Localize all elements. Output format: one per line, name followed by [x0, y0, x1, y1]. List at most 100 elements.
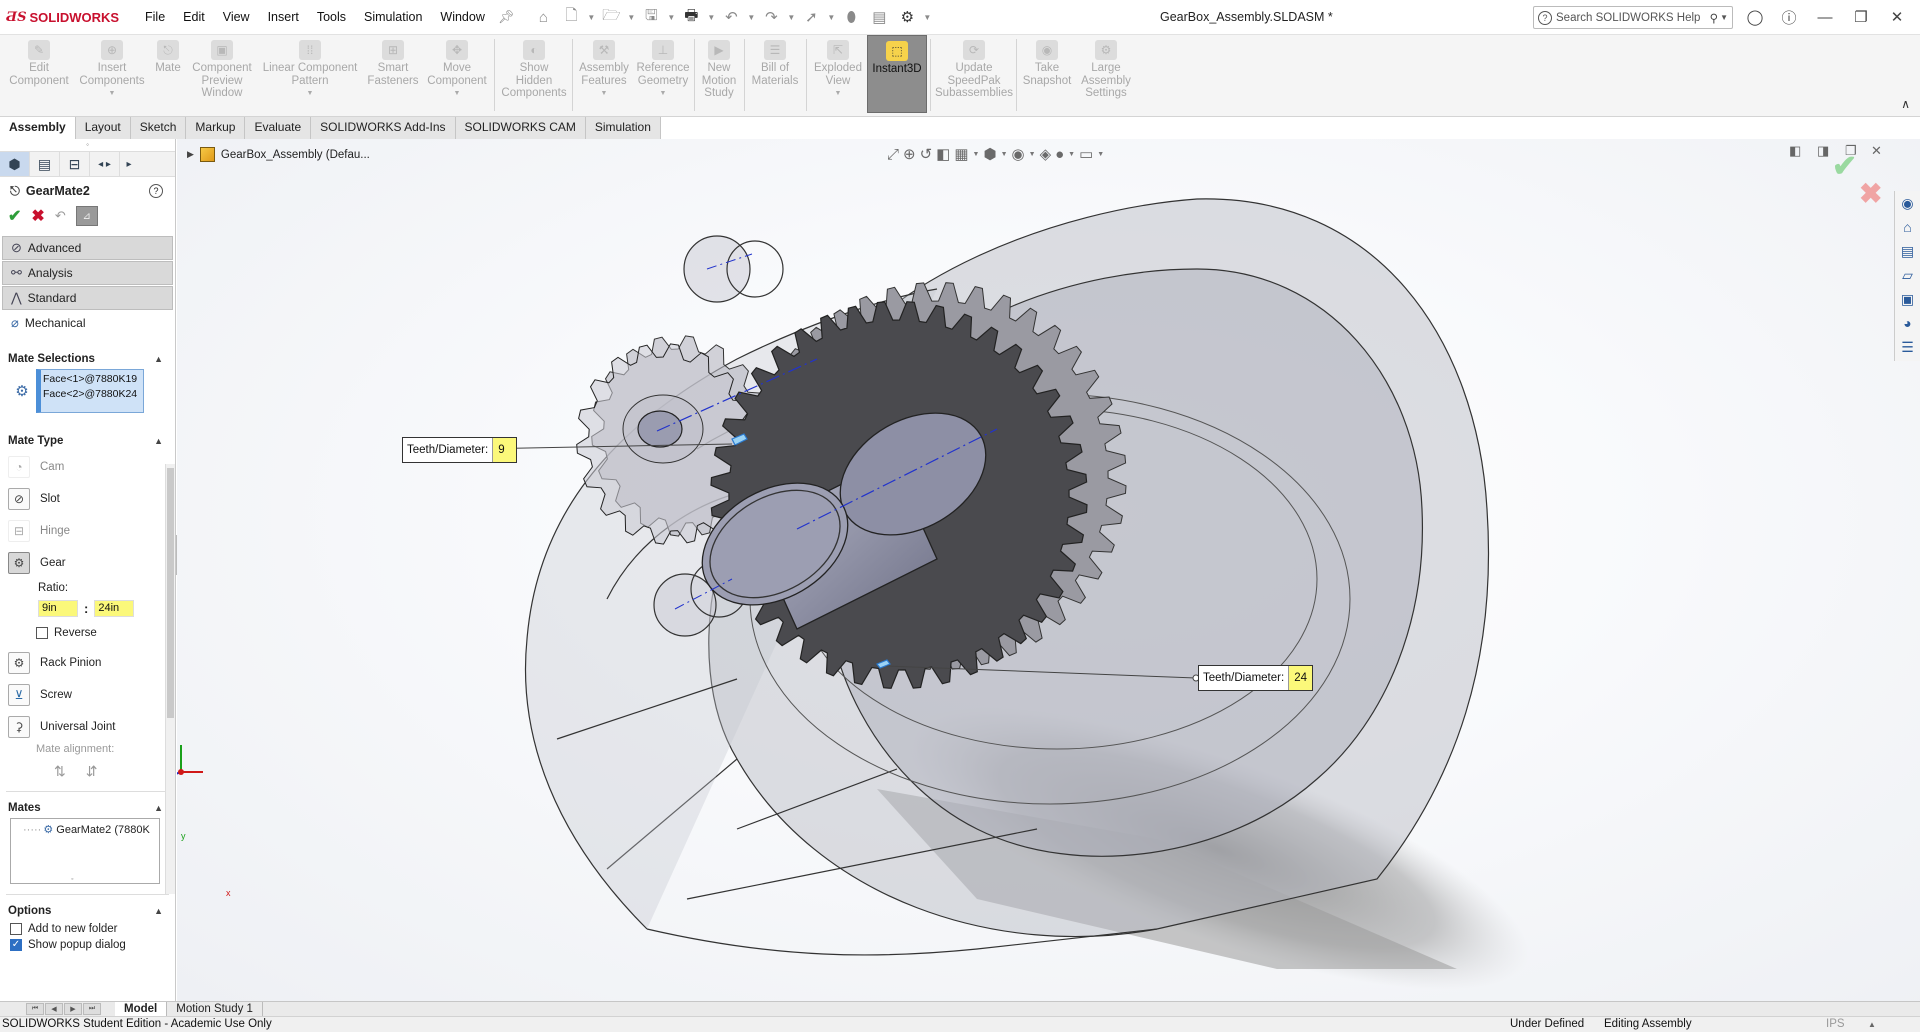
callout-value-input[interactable]: 24 — [1288, 666, 1313, 690]
component-preview-window-button[interactable]: ▣ Component Preview Window — [188, 40, 256, 100]
collapse-chevron-icon[interactable]: ▲ — [154, 436, 163, 446]
mate-selections-list[interactable]: Face<1>@7880K19 Face<2>@7880K24 — [36, 369, 144, 413]
feature-manager-tab-icon[interactable]: ⬢ — [0, 152, 30, 176]
scenes-icon[interactable]: ◕ — [1898, 313, 1918, 333]
ratio-left-input[interactable]: 9in — [38, 599, 78, 617]
mate-type-rack-pinion[interactable]: ⚙ Rack Pinion — [0, 647, 175, 679]
property-manager-tab-icon[interactable]: ▤ — [30, 152, 60, 176]
dropdown-arrow-icon[interactable]: ▼ — [601, 88, 608, 101]
menu-window[interactable]: Window — [431, 10, 493, 24]
design-library-icon[interactable]: ⌂ — [1898, 217, 1918, 237]
graphics-area[interactable]: ▶ GearBox_Assembly (Defau... ⤢ ⊕ ↺ ◧ ▦ ▼… — [177, 139, 1920, 1001]
mate-button[interactable]: ⎋ Mate — [150, 40, 186, 75]
reference-geometry-button[interactable]: ⊥ Reference Geometry ▼ — [634, 40, 692, 101]
show-popup-dialog-box[interactable]: ✓ — [10, 939, 22, 951]
collapse-chevron-icon[interactable]: ▲ — [154, 354, 163, 364]
tab-motion-study[interactable]: Motion Study 1 — [167, 1001, 263, 1017]
pin-icon[interactable]: ⊿ — [75, 206, 98, 226]
last-tab-icon[interactable]: ⏭ — [83, 1003, 101, 1015]
mate-type-cam[interactable]: ◔ Cam — [0, 451, 175, 483]
feature-tree-root[interactable]: ▶ GearBox_Assembly (Defau... — [187, 147, 370, 162]
minimize-icon[interactable]: — — [1812, 6, 1838, 28]
callout-value-input[interactable]: 9 — [492, 438, 517, 462]
undo-icon[interactable]: ↶ — [718, 5, 744, 29]
view-orientation-icon[interactable]: ⬢ — [983, 145, 996, 163]
select-arrow-icon[interactable]: ➚ — [798, 5, 824, 29]
dropdown-arrow-icon[interactable]: ▼ — [1068, 151, 1075, 158]
viewport-tile-right-icon[interactable]: ◨ — [1817, 143, 1829, 159]
next-tab-icon[interactable]: ▶ — [64, 1003, 82, 1015]
open-dropdown-icon[interactable]: ▼ — [626, 5, 636, 29]
redo-dropdown-icon[interactable]: ▼ — [786, 5, 796, 29]
solidworks-resources-icon[interactable]: ◉ — [1898, 193, 1918, 213]
expand-caret-icon[interactable]: ▶ — [187, 149, 194, 160]
save-dropdown-icon[interactable]: ▼ — [666, 5, 676, 29]
appearances-icon[interactable]: ▣ — [1898, 289, 1918, 309]
select-dropdown-icon[interactable]: ▼ — [826, 5, 836, 29]
open-folder-icon[interactable]: 🗁︎ — [598, 5, 624, 29]
dropdown-arrow-icon[interactable]: ▼ — [109, 88, 116, 101]
menu-simulation[interactable]: Simulation — [355, 10, 431, 24]
options-header[interactable]: Options ▲ — [0, 901, 175, 921]
viewport-tile-left-icon[interactable]: ◧ — [1789, 143, 1801, 159]
account-icon[interactable]: ◯ — [1742, 6, 1768, 28]
tab-assembly[interactable]: Assembly — [0, 117, 76, 139]
help-icon[interactable]: ? — [149, 184, 163, 198]
scrollbar-thumb[interactable] — [167, 468, 174, 718]
confirm-cancel-icon[interactable]: ✖ — [1859, 177, 1882, 210]
mates-list[interactable]: ····· ⚙ GearMate2 (7880K ◦ — [10, 818, 160, 884]
mate-type-gear[interactable]: ⚙ Gear — [0, 547, 175, 579]
smart-fasteners-button[interactable]: ⊞ Smart Fasteners — [364, 40, 422, 87]
update-speedpak-button[interactable]: ⟳ Update SpeedPak Subassemblies — [934, 40, 1014, 100]
mate-type-screw[interactable]: ⊻ Screw — [0, 679, 175, 711]
file-explorer-icon[interactable]: ▤ — [1898, 241, 1918, 261]
dropdown-arrow-icon[interactable]: ▼ — [307, 88, 314, 101]
tab-scroll-right-icon[interactable]: ▸ — [120, 152, 138, 176]
mate-type-slot[interactable]: ⊘ Slot — [0, 483, 175, 515]
take-snapshot-button[interactable]: ◉ Take Snapshot — [1020, 40, 1074, 87]
assembly-features-button[interactable]: ⚒ Assembly Features ▼ — [576, 40, 632, 101]
print-dropdown-icon[interactable]: ▼ — [706, 5, 716, 29]
mate-type-header[interactable]: Mate Type ▲ — [0, 431, 175, 451]
configuration-manager-tab-icon[interactable]: ⊟ — [60, 152, 90, 176]
undo-dropdown-icon[interactable]: ▼ — [746, 5, 756, 29]
options-gear-icon[interactable]: ⚙ — [894, 5, 920, 29]
panel-scrollbar[interactable] — [165, 464, 175, 894]
menu-tools[interactable]: Tools — [308, 10, 355, 24]
teeth-diameter-callout-gear[interactable]: Teeth/Diameter: 24 — [1198, 665, 1314, 691]
section-view-icon[interactable]: ◧ — [936, 145, 950, 163]
panel-grip[interactable]: ◦ — [0, 139, 175, 151]
options-dropdown-icon[interactable]: ▼ — [922, 5, 932, 29]
mates-header[interactable]: Mates ▲ — [0, 798, 175, 818]
collapse-chevron-icon[interactable]: ▲ — [154, 906, 163, 916]
gearbox-model[interactable] — [177, 139, 1920, 1001]
dropdown-arrow-icon[interactable]: ▼ — [454, 88, 461, 101]
confirm-ok-icon[interactable]: ✔ — [1832, 149, 1857, 184]
dropdown-arrow-icon[interactable]: ▼ — [1097, 151, 1104, 158]
menu-insert[interactable]: Insert — [259, 10, 308, 24]
view-settings-icon[interactable]: ▭ — [1079, 145, 1093, 163]
instant3d-button[interactable]: ⬚ Instant3D — [867, 35, 927, 113]
previous-view-icon[interactable]: ↺ — [920, 145, 933, 163]
reverse-checkbox-box[interactable] — [36, 627, 48, 639]
search-dropdown-icon[interactable]: ▼ — [1720, 13, 1728, 22]
new-motion-study-button[interactable]: ▶ New Motion Study — [697, 40, 741, 100]
zoom-to-area-icon[interactable]: ⊕ — [903, 145, 916, 163]
dropdown-arrow-icon[interactable]: ▼ — [1029, 151, 1036, 158]
edit-appearance-icon[interactable]: ● — [1055, 146, 1064, 163]
mate-type-universal-joint[interactable]: ⚳ Universal Joint — [0, 711, 175, 743]
show-hidden-components-button[interactable]: ◐ Show Hidden Components — [498, 40, 570, 100]
large-assembly-settings-button[interactable]: ⚙ Large Assembly Settings — [1076, 40, 1136, 100]
tab-layout[interactable]: Layout — [75, 117, 131, 139]
dropdown-arrow-icon[interactable]: ▼ — [835, 88, 842, 101]
menu-edit[interactable]: Edit — [174, 10, 214, 24]
mate-selections-header[interactable]: Mate Selections ▲ — [0, 349, 175, 369]
collapse-ribbon-icon[interactable]: ∧ — [1901, 97, 1910, 111]
hide-show-items-icon[interactable]: ◈ — [1040, 145, 1052, 163]
ratio-right-input[interactable]: 24in — [94, 599, 135, 617]
tab-scroll-arrows-icon[interactable]: ◂ ▸ — [90, 152, 120, 176]
tab-markup[interactable]: Markup — [186, 117, 246, 139]
file-properties-icon[interactable]: ▤ — [866, 5, 892, 29]
tab-add-ins[interactable]: SOLIDWORKS Add-Ins — [311, 117, 456, 139]
linear-component-pattern-button[interactable]: ⁞⁞ Linear Component Pattern ▼ — [258, 40, 362, 101]
